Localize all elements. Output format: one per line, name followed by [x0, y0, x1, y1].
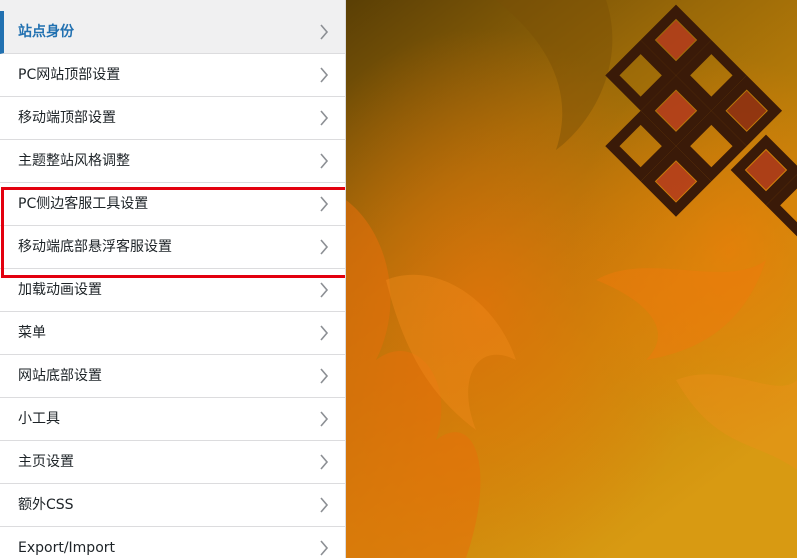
menu-item-label: PC侧边客服工具设置: [18, 196, 149, 212]
chevron-right-icon: [320, 110, 329, 126]
menu-item-pc-side-service[interactable]: PC侧边客服工具设置: [0, 183, 345, 226]
menu-item-footer[interactable]: 网站底部设置: [0, 355, 345, 398]
sidebar-top-strip: [0, 0, 345, 11]
menu-item-label: 额外CSS: [18, 497, 74, 513]
menu-item-label: 移动端底部悬浮客服设置: [18, 239, 172, 255]
site-preview-background: [346, 0, 797, 558]
menu-item-widgets[interactable]: 小工具: [0, 398, 345, 441]
menu-item-mobile-float-service[interactable]: 移动端底部悬浮客服设置: [0, 226, 345, 269]
chevron-right-icon: [320, 24, 329, 40]
menu-item-site-identity[interactable]: 站点身份: [0, 11, 345, 54]
chevron-right-icon: [320, 67, 329, 83]
menu-item-label: 站点身份: [18, 24, 74, 40]
customizer-menu: 站点身份 PC网站顶部设置 移动端顶部设置 主题整站风格调整 PC侧边客服工具设…: [0, 11, 345, 558]
menu-item-label: 主页设置: [18, 454, 74, 470]
menu-item-label: PC网站顶部设置: [18, 67, 121, 83]
menu-item-pc-header[interactable]: PC网站顶部设置: [0, 54, 345, 97]
chevron-right-icon: [320, 411, 329, 427]
preview-artwork: [346, 0, 797, 558]
menu-item-label: 移动端顶部设置: [18, 110, 116, 126]
menu-item-label: 网站底部设置: [18, 368, 102, 384]
menu-item-export-import[interactable]: Export/Import: [0, 527, 345, 558]
menu-item-theme-style[interactable]: 主题整站风格调整: [0, 140, 345, 183]
menu-item-mobile-header[interactable]: 移动端顶部设置: [0, 97, 345, 140]
chevron-right-icon: [320, 239, 329, 255]
customizer-sidebar: 站点身份 PC网站顶部设置 移动端顶部设置 主题整站风格调整 PC侧边客服工具设…: [0, 0, 346, 558]
chevron-right-icon: [320, 497, 329, 513]
menu-item-loading-animation[interactable]: 加载动画设置: [0, 269, 345, 312]
menu-item-label: 加载动画设置: [18, 282, 102, 298]
chevron-right-icon: [320, 153, 329, 169]
chevron-right-icon: [320, 282, 329, 298]
chevron-right-icon: [320, 368, 329, 384]
menu-item-label: 主题整站风格调整: [18, 153, 130, 169]
chevron-right-icon: [320, 196, 329, 212]
chevron-right-icon: [320, 454, 329, 470]
chevron-right-icon: [320, 540, 329, 556]
menu-item-additional-css[interactable]: 额外CSS: [0, 484, 345, 527]
menu-item-label: 小工具: [18, 411, 60, 427]
menu-item-label: Export/Import: [18, 540, 116, 556]
menu-item-label: 菜单: [18, 325, 46, 341]
chevron-right-icon: [320, 325, 329, 341]
menu-item-menus[interactable]: 菜单: [0, 312, 345, 355]
menu-item-homepage-settings[interactable]: 主页设置: [0, 441, 345, 484]
